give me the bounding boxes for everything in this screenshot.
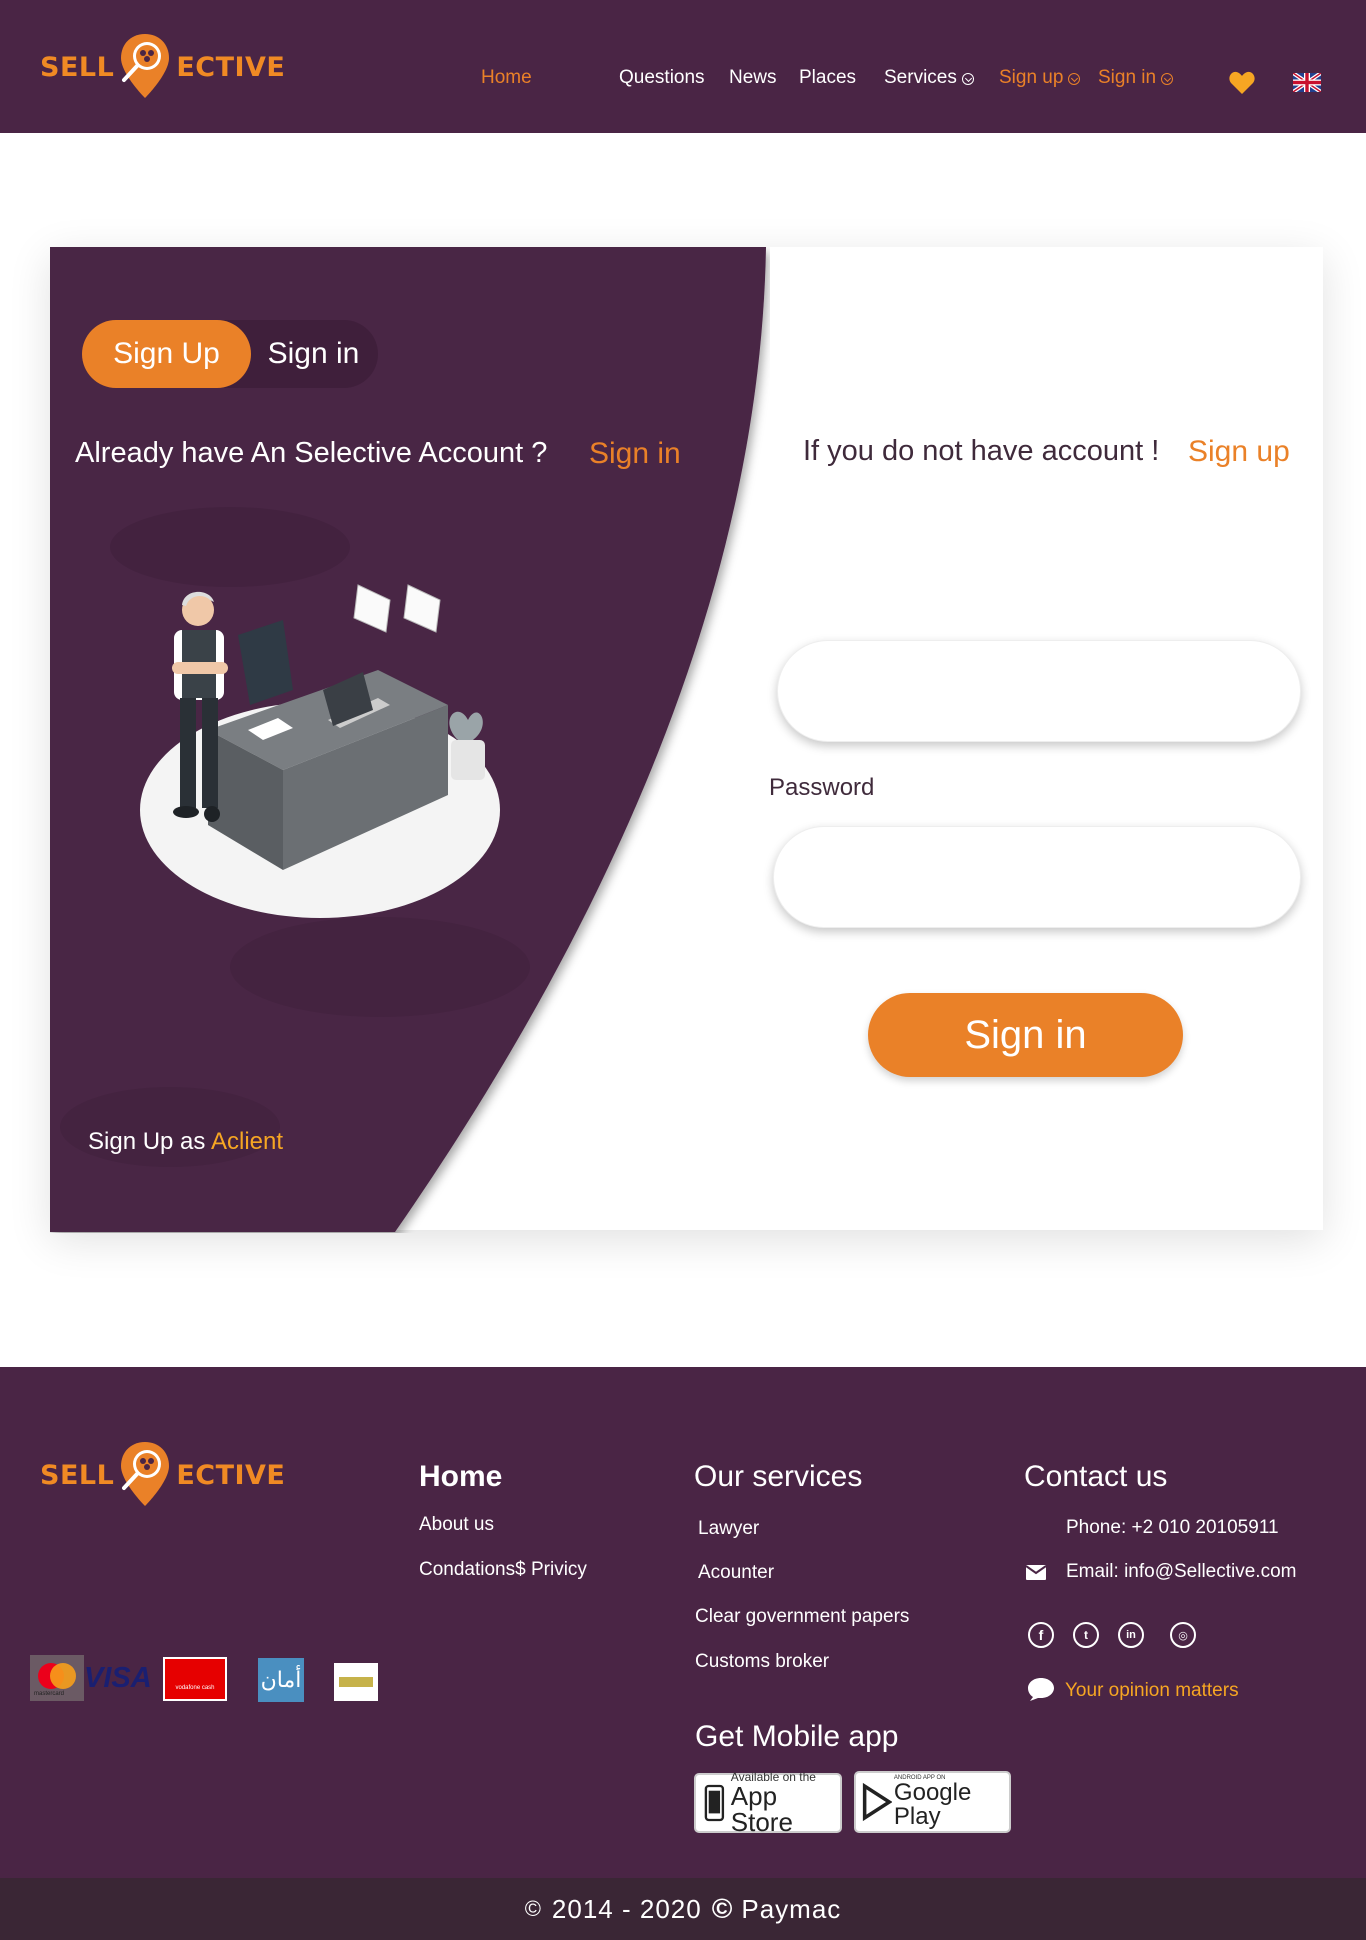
chevron-down-icon <box>961 73 974 85</box>
mastercard-text: mastercard <box>34 1691 65 1697</box>
nav-news[interactable]: News <box>729 66 777 90</box>
copyright-icon: © <box>524 1896 542 1921</box>
chevron-down-icon <box>1161 73 1174 85</box>
copyright-icon: © <box>711 1893 734 1924</box>
copyright-years: 2014 - 2020 <box>551 1893 702 1924</box>
visa-logo: VISA <box>84 1662 152 1694</box>
no-account-text: If you do not have account ! <box>803 435 1160 467</box>
logo-pin-icon <box>118 1440 172 1510</box>
toggle-signin-button[interactable]: Sign in <box>251 320 376 388</box>
phone-icon <box>704 1784 725 1822</box>
footer-contact-heading: Contact us <box>1024 1460 1168 1493</box>
footer-service-customs[interactable]: Customs broker <box>695 1651 829 1673</box>
logo-pin-icon <box>118 32 172 102</box>
logo-text-right: ECTIVE <box>176 1459 286 1491</box>
facebook-icon[interactable]: f <box>1028 1622 1054 1648</box>
nav-places[interactable]: Places <box>799 66 856 90</box>
mastercard-logo: mastercard <box>30 1655 84 1701</box>
logo-text-right: ECTIVE <box>176 51 286 83</box>
app-store-button[interactable]: Available on the App Store <box>694 1771 842 1837</box>
footer-logo[interactable]: SELL ECTIVE <box>40 1440 285 1510</box>
footer-services-heading: Our services <box>694 1460 863 1493</box>
instagram-icon[interactable]: ◎ <box>1170 1622 1196 1648</box>
footer-home-heading[interactable]: Home <box>419 1460 502 1494</box>
heart-icon[interactable] <box>1229 71 1255 95</box>
nav-signup[interactable]: Sign up <box>999 66 1081 90</box>
mobile-app-heading: Get Mobile app <box>695 1720 899 1753</box>
play-icon <box>862 1782 892 1822</box>
chevron-down-icon <box>1068 73 1081 85</box>
linkedin-icon[interactable]: in <box>1118 1622 1144 1648</box>
already-signin-link[interactable]: Sign in <box>589 437 681 471</box>
signup-as-text: Sign Up as <box>88 1128 206 1155</box>
app-store-big: App Store <box>730 1781 793 1837</box>
envelope-icon <box>1026 1565 1046 1580</box>
google-play-big: Google Play <box>893 1779 972 1830</box>
office-illustration <box>140 584 500 918</box>
header-logo[interactable]: SELL ECTIVE <box>40 32 285 102</box>
nav-home[interactable]: Home <box>481 66 532 90</box>
footer-service-gov-papers[interactable]: Clear government papers <box>695 1606 909 1628</box>
footer-phone[interactable]: Phone: +2 010 20105911 <box>1066 1517 1279 1539</box>
footer-conditions-link[interactable]: Condations$ Privicy <box>419 1559 587 1581</box>
username-input[interactable] <box>777 640 1301 742</box>
payment-partner-logo <box>334 1663 378 1701</box>
password-label: Password <box>769 774 875 801</box>
logo-text-left: SELL <box>40 1459 115 1491</box>
copyright-bar: © 2014 - 2020 © Paymac <box>0 1878 1366 1940</box>
vodafone-text: vodafone cash <box>175 1685 215 1691</box>
vodafone-cash-logo: vodafone cash <box>163 1657 227 1701</box>
copyright-brand: Paymac <box>741 1893 842 1924</box>
toggle-signup-button[interactable]: Sign Up <box>82 320 251 388</box>
nav-services-label: Services <box>884 67 957 88</box>
signin-submit-button[interactable]: Sign in <box>868 993 1183 1077</box>
google-play-button[interactable]: ANDROID APP ON Google Play <box>854 1771 1011 1833</box>
uk-flag-icon[interactable] <box>1293 73 1321 92</box>
aman-logo: أمان <box>258 1658 304 1702</box>
password-input[interactable] <box>773 826 1301 928</box>
nav-questions[interactable]: Questions <box>619 66 705 90</box>
nav-signin[interactable]: Sign in <box>1098 66 1174 90</box>
footer-about-link[interactable]: About us <box>419 1514 494 1536</box>
opinion-link[interactable]: Your opinion matters <box>1065 1680 1239 1702</box>
twitter-icon[interactable]: t <box>1073 1622 1099 1648</box>
footer-service-accountant[interactable]: Acounter <box>698 1562 774 1584</box>
nav-services[interactable]: Services <box>884 66 974 90</box>
signup-as-client-link[interactable]: Aclient <box>211 1128 283 1156</box>
footer-email[interactable]: Email: info@Sellective.com <box>1066 1561 1296 1583</box>
nav-signup-label: Sign up <box>999 67 1064 88</box>
already-account-text: Already have An Selective Account ? <box>75 437 548 469</box>
footer-service-lawyer[interactable]: Lawyer <box>698 1518 759 1540</box>
nav-signin-label: Sign in <box>1098 67 1157 88</box>
logo-text-left: SELL <box>40 51 115 83</box>
chat-bubble-icon <box>1028 1678 1054 1701</box>
no-account-signup-link[interactable]: Sign up <box>1188 435 1290 469</box>
